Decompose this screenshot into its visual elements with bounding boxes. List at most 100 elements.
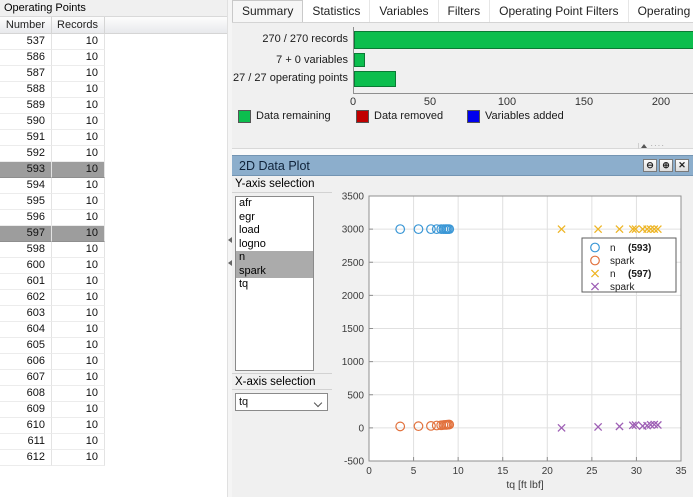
cell-records: 10 <box>52 274 105 290</box>
table-row[interactable]: 597 10 <box>0 226 227 242</box>
x-axis-dropdown[interactable]: tq <box>235 393 328 411</box>
table-row[interactable]: 589 10 <box>0 98 227 114</box>
summary-legend-item: Data remaining <box>238 109 331 123</box>
cell-records: 10 <box>52 34 105 50</box>
y-axis-item-afr[interactable]: afr <box>236 197 313 211</box>
legend-swatch-icon <box>238 109 251 123</box>
table-row[interactable]: 598 10 <box>0 242 227 258</box>
axis-controls: Y-axis selection afr egr load logno n spark tq… <box>232 176 332 497</box>
tab-statistics[interactable]: Statistics <box>303 0 371 22</box>
legend-label: Data remaining <box>256 110 331 122</box>
cell-number: 586 <box>0 50 52 66</box>
cell-number: 606 <box>0 354 52 370</box>
cell-records: 10 <box>52 194 105 210</box>
cell-number: 598 <box>0 242 52 258</box>
y-axis-item-spark[interactable]: spark <box>236 264 313 278</box>
cell-number: 600 <box>0 258 52 274</box>
y-axis-item-load[interactable]: load <box>236 224 313 238</box>
x-tick-label: 5 <box>411 466 417 477</box>
summary-bar-label: 270 / 270 records <box>262 33 348 45</box>
table-row[interactable]: 587 10 <box>0 66 227 82</box>
cell-number: 589 <box>0 98 52 114</box>
table-header: Number Records <box>0 17 227 34</box>
plot-body: Y-axis selection afr egr load logno n spark tq… <box>232 176 693 497</box>
table-row[interactable]: 595 10 <box>0 194 227 210</box>
cell-number: 595 <box>0 194 52 210</box>
table-row[interactable]: 586 10 <box>0 50 227 66</box>
table-row[interactable]: 537 10 <box>0 34 227 50</box>
table-row[interactable]: 607 10 <box>0 370 227 386</box>
cell-number: 588 <box>0 82 52 98</box>
tab-filters[interactable]: Filters <box>439 0 491 22</box>
table-row[interactable]: 606 10 <box>0 354 227 370</box>
table-row[interactable]: 604 10 <box>0 322 227 338</box>
x-axis-dropdown-value: tq <box>239 396 249 408</box>
x-tick-label: 20 <box>542 466 554 477</box>
collapse-up-icon[interactable] <box>641 144 648 148</box>
table-row[interactable]: 608 10 <box>0 386 227 402</box>
table-row[interactable]: 611 10 <box>0 434 227 450</box>
y-axis-item-egr[interactable]: egr <box>236 211 313 225</box>
y-tick-label: 2500 <box>342 258 365 269</box>
table-row[interactable]: 592 10 <box>0 146 227 162</box>
cell-number: 602 <box>0 290 52 306</box>
y-tick-label: 3500 <box>342 192 365 203</box>
table-row[interactable]: 612 10 <box>0 450 227 466</box>
table-row[interactable]: 600 10 <box>0 258 227 274</box>
table-row[interactable]: 593 10 <box>0 162 227 178</box>
cell-records: 10 <box>52 370 105 386</box>
cell-records: 10 <box>52 98 105 114</box>
data-editor-window: Operating Points Number Records 537 10 586… <box>0 0 693 497</box>
x-axis-selection-label: X-axis selection <box>232 373 332 390</box>
horizontal-splitter[interactable]: ···· <box>232 142 693 155</box>
summary-bar <box>354 71 396 87</box>
table-row[interactable]: 590 10 <box>0 114 227 130</box>
summary-pane: 270 / 270 records 7 + 0 variables 27 / 27 … <box>232 23 693 148</box>
tab-operating-point-filters[interactable]: Operating Point Filters <box>490 0 629 22</box>
y-axis-item-logno[interactable]: logno <box>236 238 313 252</box>
splitter-handle[interactable]: ···· <box>638 142 667 150</box>
table-row[interactable]: 591 10 <box>0 130 227 146</box>
cell-number: 597 <box>0 226 52 242</box>
table-row[interactable]: 609 10 <box>0 402 227 418</box>
table-row[interactable]: 594 10 <box>0 178 227 194</box>
table-row[interactable]: 605 10 <box>0 338 227 354</box>
cell-records: 10 <box>52 306 105 322</box>
table-row[interactable]: 603 10 <box>0 306 227 322</box>
y-axis-item-tq[interactable]: tq <box>236 278 313 292</box>
cell-number: 612 <box>0 450 52 466</box>
cell-records: 10 <box>52 290 105 306</box>
summary-bar-label: 7 + 0 variables <box>276 54 348 66</box>
dock-button[interactable]: ⊕ <box>659 159 673 172</box>
summary-bar-label: 27 / 27 operating points <box>233 72 348 84</box>
legend-swatch-icon <box>356 109 369 123</box>
cell-records: 10 <box>52 418 105 434</box>
table-row[interactable]: 588 10 <box>0 82 227 98</box>
cell-records: 10 <box>52 402 105 418</box>
plot-panel-titlebar: 2D Data Plot ⊖ ⊕ ✕ <box>232 155 693 176</box>
cell-records: 10 <box>52 82 105 98</box>
summary-axis-tick: 150 <box>574 96 594 108</box>
y-axis-list[interactable]: afr egr load logno n spark tq <box>235 196 314 371</box>
x-tick-label: 15 <box>497 466 509 477</box>
summary-bar <box>354 53 365 67</box>
y-tick-label: 2000 <box>342 291 365 302</box>
window-buttons: ⊖ ⊕ ✕ <box>643 159 689 172</box>
y-axis-item-n[interactable]: n <box>236 251 313 265</box>
close-button[interactable]: ✕ <box>675 159 689 172</box>
tab-summary[interactable]: Summary <box>232 0 304 22</box>
legend-entry-label: spark <box>610 282 635 293</box>
table-row[interactable]: 596 10 <box>0 210 227 226</box>
rollup-button[interactable]: ⊖ <box>643 159 657 172</box>
cell-number: 603 <box>0 306 52 322</box>
table-row[interactable]: 602 10 <box>0 290 227 306</box>
column-header-records[interactable]: Records <box>52 17 105 33</box>
summary-axis-tick: 100 <box>497 96 517 108</box>
table-row[interactable]: 601 10 <box>0 274 227 290</box>
cell-number: 601 <box>0 274 52 290</box>
cell-number: 593 <box>0 162 52 178</box>
tab-variables[interactable]: Variables <box>370 0 439 22</box>
table-row[interactable]: 610 10 <box>0 418 227 434</box>
column-header-number[interactable]: Number <box>0 17 52 33</box>
tab-operating-point-notes[interactable]: Operating Point Notes <box>629 0 693 22</box>
